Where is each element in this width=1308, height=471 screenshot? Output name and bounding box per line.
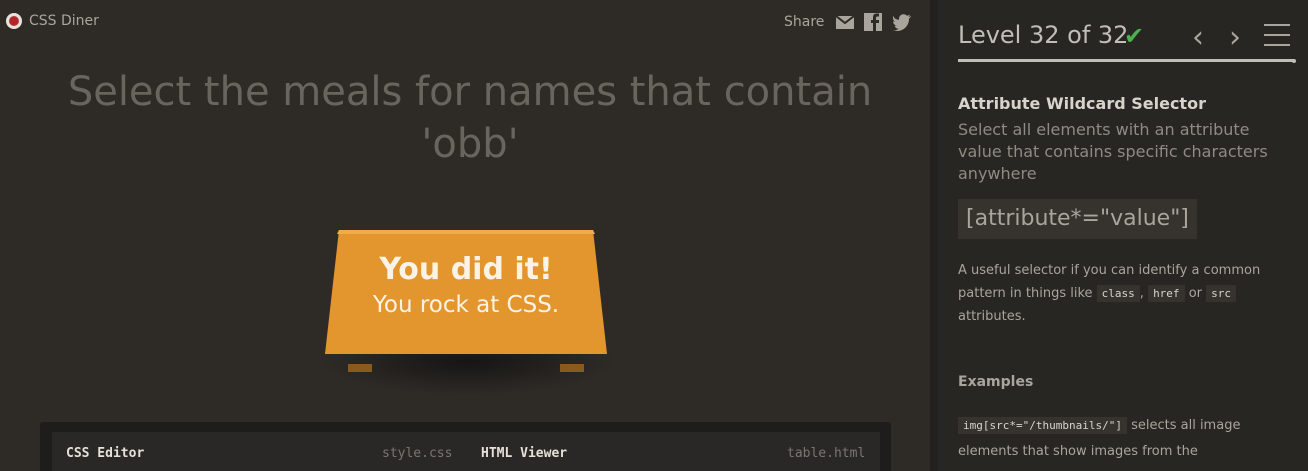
panel-divider (930, 0, 938, 471)
editor-header (52, 432, 880, 471)
css-file-name: style.css (382, 446, 453, 461)
menu-icon[interactable] (1264, 24, 1290, 46)
selector-syntax: [attribute*="value"] (958, 199, 1197, 239)
hint-comma: , (1139, 286, 1144, 301)
example-item: img[src*="/thumbnails/"] selects all ima… (958, 413, 1288, 465)
css-editor-label: CSS Editor (66, 446, 145, 461)
level-sidebar: Level 32 of 32 ✔ ‹ › Attribute Wildcard … (938, 0, 1308, 471)
selector-description: Select all elements with an attribute va… (958, 120, 1268, 183)
level-indicator: Level 32 of 32 (958, 21, 1129, 49)
checkmark-icon: ✔ (1124, 22, 1145, 50)
chevron-right-icon[interactable]: › (1229, 20, 1241, 55)
twitter-icon[interactable] (892, 12, 912, 32)
brand-title: CSS Diner (29, 13, 99, 29)
table-leg-left (348, 364, 372, 372)
selector-hint: A useful selector if you can identify a … (958, 259, 1288, 328)
hint-after: attributes. (958, 309, 1026, 324)
level-progress-fill (958, 59, 1294, 62)
table-leg-right (560, 364, 584, 372)
facebook-icon[interactable] (863, 12, 883, 32)
hint-code-src: src (1206, 285, 1237, 302)
examples-heading: Examples (958, 374, 1034, 390)
html-file-name: table.html (787, 446, 866, 461)
level-instruction: Select the meals for names that contain … (67, 69, 873, 167)
share-label: Share (784, 14, 825, 30)
example-code: img[src*="/thumbnails/"] (958, 417, 1127, 434)
hint-code-href: href (1148, 285, 1185, 302)
selector-name: Attribute Wildcard Selector (958, 94, 1206, 113)
hint-or: or (1188, 286, 1203, 301)
css-diner-logo (6, 13, 22, 29)
game-area: CSS Diner Share Select the meals for nam… (0, 0, 930, 471)
win-subtitle: You rock at CSS. (372, 292, 560, 318)
chevron-left-icon[interactable]: ‹ (1192, 20, 1204, 55)
html-viewer-label: HTML Viewer (481, 446, 568, 461)
level-progress-marker (1292, 59, 1296, 63)
envelope-icon[interactable] (835, 12, 855, 32)
hint-code-class: class (1096, 285, 1140, 302)
win-title: You did it! (379, 252, 553, 287)
